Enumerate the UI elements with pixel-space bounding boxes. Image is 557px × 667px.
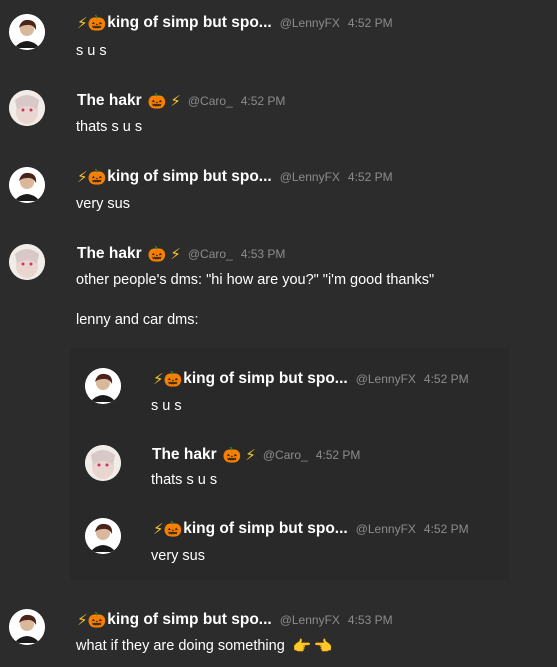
lightning-icon: ⚡ (170, 91, 181, 110)
user-handle[interactable]: @Caro_ (188, 94, 233, 108)
pumpkin-icon: 🎃 (87, 13, 107, 32)
lightning-icon: ⚡ (77, 13, 88, 32)
avatar-caro (85, 445, 121, 481)
message-text: lenny and car dms: (76, 312, 199, 328)
message-header: The hakr 🎃 ⚡ @Caro_ 4:52 PM (76, 92, 285, 110)
user-handle: @LennyFX (355, 522, 416, 536)
chat-log: ⚡ 🎃 king of simp but spo... @LennyFX 4:5… (0, 0, 557, 667)
pumpkin-icon: 🎃 (87, 167, 107, 186)
message-text: very sus (151, 548, 205, 564)
message-text: thats s u s (76, 119, 143, 135)
message-header: ⚡ 🎃 king of simp but spo... @LennyFX 4:5… (153, 520, 469, 538)
username: king of simp but spo... (183, 520, 348, 537)
lightning-icon: ⚡ (153, 369, 164, 388)
message-text: very sus (76, 196, 130, 212)
user-handle[interactable]: @Caro_ (188, 247, 233, 261)
pumpkin-icon: 🎃 (147, 244, 167, 263)
username: king of simp but spo... (183, 370, 348, 387)
embedded-screenshot[interactable]: ⚡ 🎃 king of simp but spo... @LennyFX 4:5… (70, 348, 510, 580)
username[interactable]: king of simp but spo... (107, 14, 271, 32)
user-handle: @LennyFX (355, 372, 416, 386)
user-handle[interactable]: @LennyFX (280, 16, 340, 30)
timestamp: 4:52 PM (347, 170, 393, 184)
lightning-icon: ⚡ (77, 167, 88, 186)
pumpkin-icon: 🎃 (163, 369, 183, 388)
username: The hakr (152, 446, 217, 463)
timestamp: 4:53 PM (240, 247, 286, 261)
lightning-icon: ⚡ (170, 244, 181, 263)
timestamp: 4:52 PM (240, 94, 286, 108)
message-header: ⚡ 🎃 king of simp but spo... @LennyFX 4:5… (77, 14, 393, 32)
message-body: what if they are doing something 👉 👈 (76, 638, 332, 654)
lightning-icon: ⚡ (153, 519, 164, 538)
pointing-left-icon: 👈 (313, 636, 333, 655)
avatar-lenny[interactable] (9, 14, 45, 50)
user-handle[interactable]: @LennyFX (280, 613, 340, 627)
username[interactable]: The hakr (77, 245, 142, 263)
pumpkin-icon: 🎃 (87, 610, 107, 629)
message-text: s u s (151, 398, 182, 414)
pointing-right-icon: 👉 (292, 636, 312, 655)
username[interactable]: The hakr (77, 92, 142, 110)
avatar-lenny (85, 368, 121, 404)
username[interactable]: king of simp but spo... (107, 611, 271, 629)
timestamp: 4:52 PM (423, 372, 469, 386)
pumpkin-icon: 🎃 (163, 519, 183, 538)
message-header: ⚡ 🎃 king of simp but spo... @LennyFX 4:5… (77, 168, 393, 186)
timestamp: 4:53 PM (347, 613, 393, 627)
pumpkin-icon: 🎃 (222, 445, 242, 464)
message-text: what if they are doing something (76, 638, 285, 654)
message-text: other people's dms: "hi how are you?" "i… (76, 272, 435, 288)
message-text: s u s (76, 43, 107, 59)
avatar-lenny[interactable] (9, 609, 45, 645)
timestamp: 4:52 PM (423, 522, 469, 536)
lightning-icon: ⚡ (245, 445, 256, 464)
timestamp: 4:52 PM (347, 16, 393, 30)
avatar-caro[interactable] (9, 244, 45, 280)
avatar-lenny[interactable] (9, 167, 45, 203)
message-header: ⚡ 🎃 king of simp but spo... @LennyFX 4:5… (77, 611, 393, 629)
lightning-icon: ⚡ (77, 610, 88, 629)
message-text: thats s u s (151, 472, 218, 488)
timestamp: 4:52 PM (315, 448, 361, 462)
pumpkin-icon: 🎃 (147, 91, 167, 110)
avatar-lenny (85, 518, 121, 554)
message-header: The hakr 🎃 ⚡ @Caro_ 4:52 PM (151, 446, 360, 464)
avatar-caro[interactable] (9, 90, 45, 126)
message-header: ⚡ 🎃 king of simp but spo... @LennyFX 4:5… (153, 370, 469, 388)
username[interactable]: king of simp but spo... (107, 168, 271, 186)
message-header: The hakr 🎃 ⚡ @Caro_ 4:53 PM (76, 245, 285, 263)
user-handle[interactable]: @LennyFX (280, 170, 340, 184)
user-handle: @Caro_ (262, 448, 308, 462)
